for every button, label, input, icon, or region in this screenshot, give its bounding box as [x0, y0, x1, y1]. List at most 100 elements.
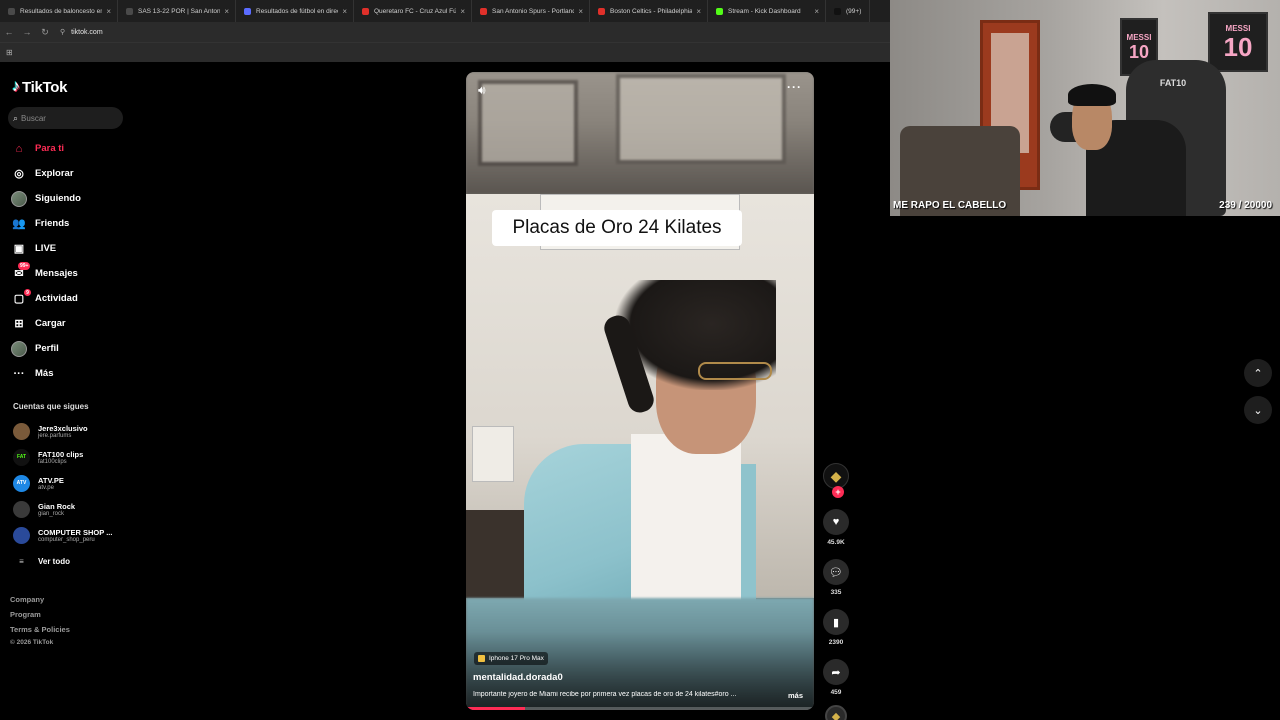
footer-link-program[interactable]: Program — [10, 607, 70, 622]
browser-window: Resultados de baloncesto en vivo×SAS 13-… — [0, 0, 890, 62]
nav-item-explorar[interactable]: ◎ Explorar — [10, 161, 125, 186]
comment-icon[interactable]: 💬︎ — [823, 559, 849, 585]
volume-icon[interactable]: 🔊︎ — [478, 83, 486, 98]
browser-tab[interactable]: (99+) TikTok — [826, 0, 870, 22]
video-bottom-shade — [466, 632, 814, 710]
followed-account[interactable]: COMPUTER SHOP ... computer_shop_peru — [13, 522, 128, 548]
close-tab-icon[interactable]: × — [460, 7, 465, 16]
followed-account[interactable]: FAT FAT100 clips fat100clips — [13, 444, 128, 470]
tab-favicon-icon — [244, 7, 251, 15]
bookmark-icon[interactable]: ▮ — [823, 609, 849, 635]
chevron-up-icon: ⌃ — [1253, 367, 1263, 380]
home-icon: ⌂ — [15, 142, 23, 155]
share-action[interactable]: ➦ 459 — [820, 659, 852, 699]
site-info-icon[interactable]: ⚲ — [60, 28, 65, 36]
save-action[interactable]: ▮ 2390 — [820, 609, 852, 649]
more-options-icon[interactable]: ··· — [787, 80, 802, 94]
close-tab-icon[interactable]: × — [814, 7, 819, 16]
heart-icon[interactable]: ♥ — [823, 509, 849, 535]
next-video-button[interactable]: ⌄ — [1244, 396, 1272, 424]
search-icon: ⌕ — [13, 112, 19, 123]
tiktok-logo[interactable]: ♪ TikTok — [12, 78, 67, 96]
blurred-frame — [478, 80, 578, 166]
close-tab-icon[interactable]: × — [578, 7, 583, 16]
url-field[interactable]: ⚲ tiktok.com — [60, 25, 850, 39]
follow-plus-button[interactable]: + — [832, 486, 844, 498]
forward-icon[interactable]: → — [18, 27, 36, 37]
avatar — [11, 190, 27, 207]
browser-tab[interactable]: SAS 13-22 POR | San Antonio Spurs× — [118, 0, 236, 22]
save-count: 2390 — [828, 639, 844, 646]
browser-tab[interactable]: San Antonio Spurs - Portland Trail× — [472, 0, 590, 22]
stream-goal-title: ME RAPO EL CABELLO — [893, 200, 1007, 211]
browser-tab[interactable]: Resultados de baloncesto en vivo × — [0, 0, 118, 22]
comment-action[interactable]: 💬︎ 335 — [820, 559, 852, 599]
person-glasses — [698, 362, 772, 380]
nav-label: Mensajes — [35, 268, 78, 279]
url-text: tiktok.com — [71, 28, 103, 36]
previous-video-button[interactable]: ⌃ — [1244, 359, 1272, 387]
close-tab-icon[interactable]: × — [696, 7, 701, 16]
nav-item-siguiendo[interactable]: Siguiendo — [10, 186, 125, 211]
live-icon: ▣ — [13, 243, 25, 255]
poster-number: 10 — [1223, 31, 1253, 62]
video-player[interactable]: Placas de Oro 24 Kilates 🔊︎ ··· Iphone 1… — [466, 72, 814, 710]
desk — [466, 510, 526, 598]
music-disc-icon[interactable]: ◆ — [825, 705, 847, 720]
nav-item-mensajes[interactable]: ✉ 99+ Mensajes — [10, 261, 125, 286]
tab-title: San Antonio Spurs - Portland Trail — [492, 7, 575, 15]
nav-item-actividad[interactable]: ▢ 9 Actividad — [10, 286, 125, 311]
search-input[interactable] — [21, 113, 117, 123]
like-action[interactable]: ♥ 45.9K — [820, 509, 852, 549]
description-more-link[interactable]: más — [788, 691, 803, 700]
see-all-label: Ver todo — [38, 556, 71, 566]
nav-label: Perfil — [35, 343, 59, 354]
nav-item-para-ti[interactable]: ⌂ Para ti — [10, 136, 125, 161]
browser-tab[interactable]: Resultados de fútbol en directo × — [236, 0, 354, 22]
followed-account[interactable]: ATV ATV.PE atv.pe — [13, 470, 128, 496]
nav-item-perfil[interactable]: Perfil — [10, 336, 125, 361]
close-tab-icon[interactable]: × — [106, 7, 111, 16]
avatar: ATV — [13, 474, 30, 492]
nav-item-friends[interactable]: 👥 Friends — [10, 211, 125, 236]
creator-avatar[interactable]: ◆ + — [823, 463, 849, 498]
account-name: Gian Rock — [38, 501, 76, 511]
main-nav: ⌂ Para ti ◎ Explorar Siguiendo 👥 Friends ▣ LIVE ✉… — [10, 136, 125, 386]
tab-favicon-icon — [716, 7, 723, 15]
account-name: ATV.PE — [38, 475, 64, 485]
close-tab-icon[interactable]: × — [342, 7, 347, 16]
browser-tab[interactable]: Boston Celtics - Philadelphia 76ers× — [590, 0, 708, 22]
device-tag-label: Iphone 17 Pro Max — [489, 655, 544, 662]
wall-outlet — [472, 426, 514, 482]
browser-tab[interactable]: Stream - Kick Dashboard × — [708, 0, 826, 22]
friends-icon: 👥 — [12, 218, 26, 230]
account-names: ATV.PE atv.pe — [38, 476, 64, 491]
see-all-button[interactable]: ≡ Ver todo — [13, 548, 128, 574]
browser-tab[interactable]: Queretaro FC - Cruz Azul Fútbol × — [354, 0, 472, 22]
notification-badge: 99+ — [18, 262, 31, 270]
footer-link-terms[interactable]: Terms & Policies — [10, 622, 70, 637]
share-count: 459 — [830, 689, 842, 696]
upload-icon: ⊞ — [14, 318, 24, 330]
tiktok-sidebar: ♪ TikTok ⌕ ⌂ Para ti ◎ Explorar Siguiendo 👥 Fr… — [0, 62, 130, 720]
nav-label: Para ti — [35, 143, 65, 154]
reload-icon[interactable]: ↻ — [36, 27, 54, 38]
device-tag[interactable]: Iphone 17 Pro Max — [474, 652, 548, 665]
apps-grid-icon[interactable]: ⊞ — [6, 48, 13, 57]
followed-account[interactable]: Jere3xclusivo jere.parfums — [13, 418, 128, 444]
followed-account[interactable]: Gian Rock gian_rock — [13, 496, 128, 522]
nav-item-live[interactable]: ▣ LIVE — [10, 236, 125, 261]
account-names: COMPUTER SHOP ... computer_shop_peru — [38, 528, 112, 543]
video-progress-bar[interactable] — [466, 707, 814, 710]
account-name: Jere3xclusivo — [38, 423, 88, 433]
nav-item-m-s[interactable]: ··· Más — [10, 361, 125, 386]
account-handle: gian_rock — [38, 510, 65, 517]
footer-link-company[interactable]: Company — [10, 592, 70, 607]
search-box[interactable]: ⌕ — [8, 107, 123, 129]
nav-item-cargar[interactable]: ⊞ Cargar — [10, 311, 125, 336]
close-tab-icon[interactable]: × — [224, 7, 229, 16]
account-names: Gian Rock gian_rock — [38, 502, 75, 517]
share-icon[interactable]: ➦ — [823, 659, 849, 685]
back-icon[interactable]: ← — [0, 27, 18, 37]
video-author[interactable]: mentalidad.dorada0 — [473, 672, 563, 683]
